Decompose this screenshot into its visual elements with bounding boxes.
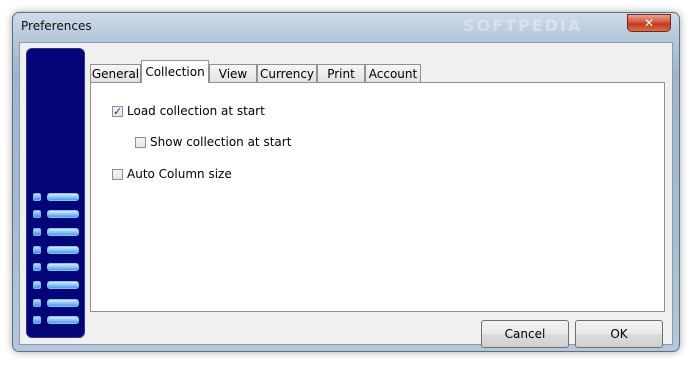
side-decoration-item <box>33 315 81 325</box>
dialog-client-area: General Collection View Currency Print A… <box>19 42 673 348</box>
bullet-icon <box>33 263 41 271</box>
bar-icon <box>47 210 79 218</box>
bar-icon <box>47 246 79 254</box>
check-icon: ✓ <box>113 104 123 118</box>
bullet-icon <box>33 210 41 218</box>
bullet-icon <box>33 246 41 254</box>
show-collection-option[interactable]: Show collection at start <box>135 135 291 149</box>
watermark: SOFTPEDIA <box>463 16 583 35</box>
tab-account[interactable]: Account <box>365 64 421 82</box>
load-collection-label: Load collection at start <box>127 104 265 118</box>
side-decoration-item <box>33 245 81 255</box>
tab-collection[interactable]: Collection <box>141 60 209 83</box>
tab-view[interactable]: View <box>209 64 257 82</box>
bullet-icon <box>33 316 41 324</box>
bullet-icon <box>33 281 41 289</box>
auto-column-checkbox[interactable] <box>112 168 123 180</box>
bullet-icon <box>33 228 41 236</box>
side-decoration-panel <box>26 48 85 338</box>
tab-general[interactable]: General <box>90 64 141 82</box>
window-title: Preferences <box>21 19 92 33</box>
show-collection-checkbox[interactable] <box>135 136 146 148</box>
load-collection-option[interactable]: ✓ Load collection at start <box>112 104 265 118</box>
bullet-icon <box>33 299 41 307</box>
close-icon: ✕ <box>643 16 655 30</box>
bar-icon <box>47 228 79 236</box>
cancel-button[interactable]: Cancel <box>481 320 569 348</box>
side-decoration-item <box>33 298 81 308</box>
side-decoration-item <box>33 227 81 237</box>
bar-icon <box>47 193 79 201</box>
close-button[interactable]: ✕ <box>627 14 671 32</box>
side-decoration-item <box>33 262 81 272</box>
auto-column-option[interactable]: Auto Column size <box>112 167 232 181</box>
tab-currency[interactable]: Currency <box>257 64 317 82</box>
auto-column-label: Auto Column size <box>127 167 232 181</box>
bar-icon <box>47 263 79 271</box>
ok-button[interactable]: OK <box>575 320 663 348</box>
side-decoration-item <box>33 280 81 290</box>
side-decoration-item <box>33 192 81 202</box>
tab-print[interactable]: Print <box>317 64 365 82</box>
collection-tab-page: ✓ Load collection at start Show collecti… <box>90 82 665 312</box>
bar-icon <box>47 316 79 324</box>
bar-icon <box>47 299 79 307</box>
side-decoration-item <box>33 209 81 219</box>
preferences-window: Preferences SOFTPEDIA ✕ General Collecti… <box>12 12 680 352</box>
load-collection-checkbox[interactable]: ✓ <box>112 104 123 118</box>
bullet-icon <box>33 193 41 201</box>
bar-icon <box>47 281 79 289</box>
show-collection-label: Show collection at start <box>150 135 292 149</box>
